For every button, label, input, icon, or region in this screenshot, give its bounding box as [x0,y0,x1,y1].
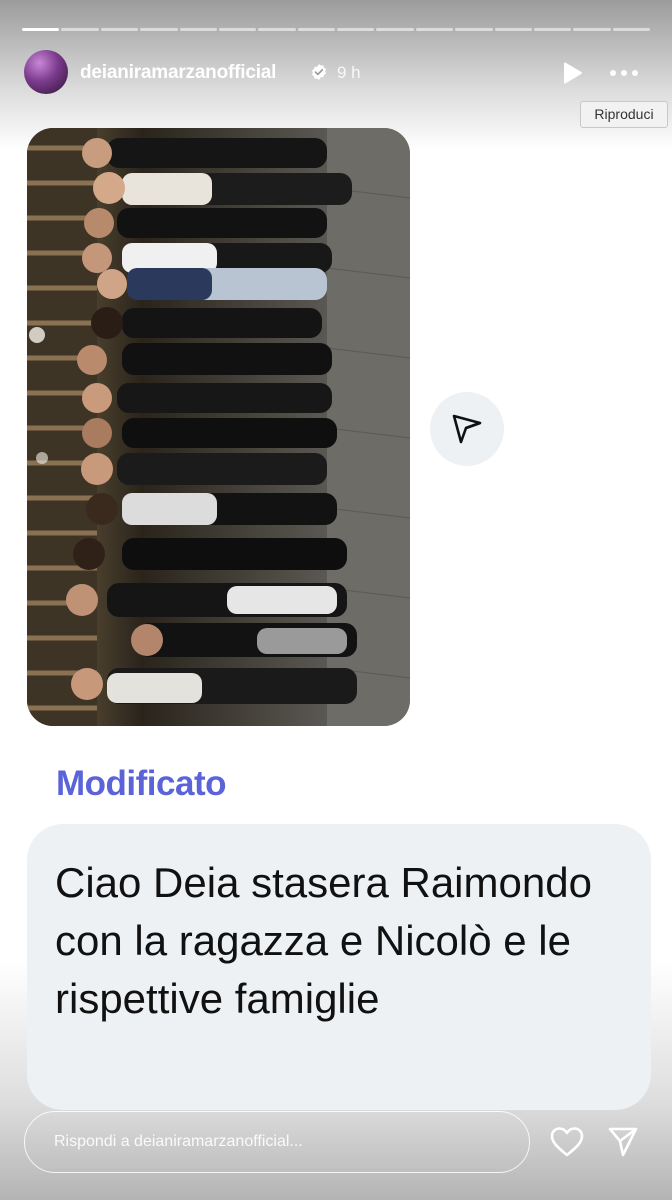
message-text: Ciao Deia stasera Raimondo con la ragazz… [55,859,592,1022]
play-icon[interactable] [559,60,585,86]
progress-segment [337,28,375,31]
progress-segment [415,28,454,31]
progress-segment [612,28,650,31]
progress-segment [140,28,178,31]
progress-segment [258,28,296,31]
verified-badge-icon [311,64,327,80]
progress-segment [61,28,99,31]
story-viewer: deianiramarzanofficial 9 h Riproduci Mod… [0,0,672,1200]
story-progress-bar [22,28,650,31]
more-horizontal-icon[interactable] [608,60,640,86]
share-sticker-button[interactable] [430,392,504,466]
progress-segment [455,28,493,31]
username[interactable]: deianiramarzanofficial [80,62,276,84]
story-photo[interactable] [27,128,410,726]
heart-icon[interactable] [550,1126,584,1158]
edited-label: Modificato [56,764,226,803]
progress-segment [100,28,139,31]
tooltip-play: Riproduci [580,101,668,128]
progress-segment [573,28,611,31]
progress-segment [297,28,335,31]
avatar[interactable] [24,50,68,94]
progress-segment [376,28,414,31]
progress-segment [218,28,257,31]
group-photo-image [27,128,410,726]
post-time: 9 h [337,63,361,82]
send-icon [452,414,482,444]
message-bubble: Ciao Deia stasera Raimondo con la ragazz… [27,824,651,1110]
send-icon[interactable] [607,1126,639,1158]
reply-input[interactable] [24,1111,530,1173]
progress-segment [533,28,572,31]
story-header: deianiramarzanofficial 9 h [24,50,652,94]
progress-segment [22,28,60,31]
progress-segment [179,28,217,31]
progress-segment [494,28,532,31]
